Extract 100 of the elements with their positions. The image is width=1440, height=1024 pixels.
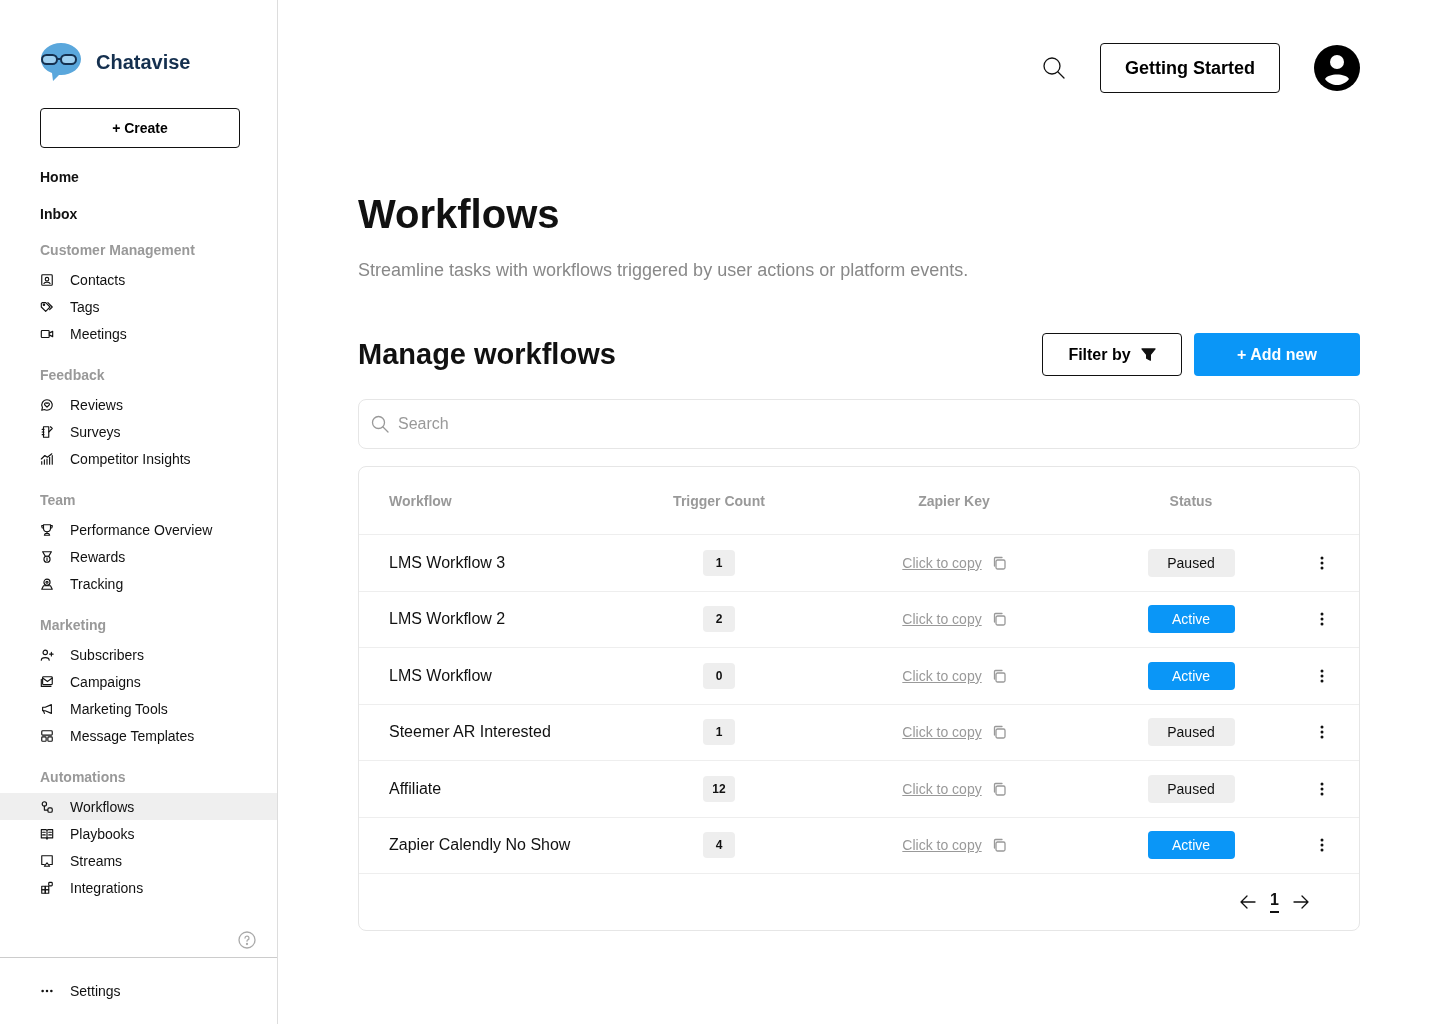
nav-item[interactable]: Playbooks xyxy=(0,820,277,847)
nav-item[interactable]: Marketing Tools xyxy=(0,695,277,722)
nav-item[interactable]: Settings xyxy=(0,977,277,1004)
trigger-count: 1 xyxy=(703,719,735,746)
logo-icon xyxy=(40,42,82,82)
nav-label: Playbooks xyxy=(70,825,135,842)
nav-item[interactable]: Inbox xyxy=(0,206,277,222)
nav-label: Settings xyxy=(70,982,121,999)
copy-icon[interactable] xyxy=(991,781,1006,796)
column-header: Trigger Count xyxy=(672,492,766,509)
copy-icon[interactable] xyxy=(991,555,1006,570)
nav-label: Meetings xyxy=(70,325,127,342)
nav-item[interactable]: Tracking xyxy=(0,570,277,597)
table-cell-text: Steemer AR Interested xyxy=(389,723,552,742)
nav-item[interactable]: Rewards xyxy=(0,543,277,570)
brand-name: Chatavise xyxy=(96,50,191,74)
nav-item[interactable]: Message Templates xyxy=(0,722,277,749)
nav-item[interactable]: Home xyxy=(0,169,277,185)
nav-label: Reviews xyxy=(70,396,123,413)
filter-button[interactable]: Filter by xyxy=(1042,333,1182,376)
contact-card-icon xyxy=(40,272,54,287)
getting-started-button[interactable]: Getting Started xyxy=(1100,43,1280,93)
table-cell-text: LMS Workflow xyxy=(389,666,493,685)
trigger-count: 1 xyxy=(703,549,735,576)
chat-bubble-icon xyxy=(40,397,54,412)
trigger-count: 2 xyxy=(703,606,735,633)
status-badge: Paused xyxy=(1147,548,1235,577)
notebook-pen-icon xyxy=(40,424,54,439)
section-heading: Team xyxy=(39,492,77,508)
more-vertical-icon[interactable] xyxy=(1320,555,1324,570)
trigger-count: 4 xyxy=(703,832,735,859)
section-heading: Feedback xyxy=(39,367,106,383)
open-book-icon xyxy=(40,826,54,841)
more-vertical-icon[interactable] xyxy=(1320,668,1324,683)
funnel-icon xyxy=(1140,347,1156,362)
nav-label: Tracking xyxy=(70,575,124,592)
envelope-stack-icon xyxy=(40,674,54,689)
copy-icon[interactable] xyxy=(991,725,1006,740)
copy-icon[interactable] xyxy=(991,838,1006,853)
nav-label: Rewards xyxy=(70,548,126,565)
person-plus-icon xyxy=(40,647,54,662)
column-header: Workflow xyxy=(389,492,453,509)
table-cell-text: Zapier Calendly No Show xyxy=(389,836,572,855)
nav-label: Streams xyxy=(70,852,123,869)
nav-label: Campaigns xyxy=(70,673,141,690)
layout-icon xyxy=(40,728,54,743)
page-link[interactable]: 1 xyxy=(1270,891,1279,913)
page-title: Workflows xyxy=(358,191,561,238)
bar-chart-icon xyxy=(40,451,54,466)
nav-label: Competitor Insights xyxy=(70,450,191,467)
column-header: Status xyxy=(1168,492,1214,509)
search-icon[interactable] xyxy=(1042,56,1066,80)
section-heading: Automations xyxy=(39,769,127,785)
section-heading: Customer Management xyxy=(39,242,196,258)
more-vertical-icon[interactable] xyxy=(1320,725,1324,740)
create-button[interactable]: + Create xyxy=(40,108,240,148)
more-vertical-icon[interactable] xyxy=(1320,612,1324,627)
nav-item[interactable]: Workflows xyxy=(0,793,277,820)
nav-label: Integrations xyxy=(70,879,144,896)
column-header: Zapier Key xyxy=(917,492,991,509)
nav-item[interactable]: Meetings xyxy=(0,320,277,347)
nav-label: Marketing Tools xyxy=(70,700,168,717)
nav-item[interactable]: Competitor Insights xyxy=(0,445,277,472)
search-field[interactable]: Search xyxy=(358,399,1360,449)
nav-label: Tags xyxy=(70,298,100,315)
arrow-left-icon[interactable] xyxy=(1240,894,1257,910)
nav-item[interactable]: Tags xyxy=(0,293,277,320)
nav-item[interactable]: Reviews xyxy=(0,391,277,418)
nav-item[interactable]: Subscribers xyxy=(0,641,277,668)
nav-item[interactable]: Streams xyxy=(0,847,277,874)
copy-icon[interactable] xyxy=(991,668,1006,683)
trophy-icon xyxy=(40,522,54,537)
nav-item[interactable]: Contacts xyxy=(0,266,277,293)
nav-label: Subscribers xyxy=(70,646,144,663)
nav-item[interactable]: Integrations xyxy=(0,874,277,901)
nav-item[interactable]: Performance Overview xyxy=(0,516,277,543)
megaphone-icon xyxy=(40,701,54,716)
nav-item[interactable]: Surveys xyxy=(0,418,277,445)
copy-icon[interactable] xyxy=(991,612,1006,627)
table-cell-text: LMS Workflow 3 xyxy=(389,553,507,572)
table-cell-text: LMS Workflow 2 xyxy=(389,610,507,629)
nav-label: Contacts xyxy=(70,271,126,288)
avatar-icon[interactable] xyxy=(1314,45,1360,91)
trigger-count: 12 xyxy=(703,775,735,802)
screen-cast-icon xyxy=(40,853,54,868)
medal-icon xyxy=(40,549,54,564)
tag-icon xyxy=(40,299,54,314)
section-heading: Marketing xyxy=(39,617,108,633)
trigger-count: 0 xyxy=(703,662,735,689)
more-vertical-icon[interactable] xyxy=(1320,781,1324,796)
arrow-right-icon[interactable] xyxy=(1293,894,1309,910)
section-title: Manage workflows xyxy=(358,338,617,371)
page-subtitle: Streamline tasks with workflows triggered by user actions or platform events. xyxy=(358,260,970,281)
status-badge: Active xyxy=(1147,605,1235,634)
status-badge: Paused xyxy=(1147,774,1235,803)
nav-item[interactable]: Campaigns xyxy=(0,668,277,695)
table-cell-text: Affiliate xyxy=(389,779,443,798)
more-vertical-icon[interactable] xyxy=(1320,838,1324,853)
nav-label: Message Templates xyxy=(70,727,195,744)
status-badge: Paused xyxy=(1147,718,1235,747)
